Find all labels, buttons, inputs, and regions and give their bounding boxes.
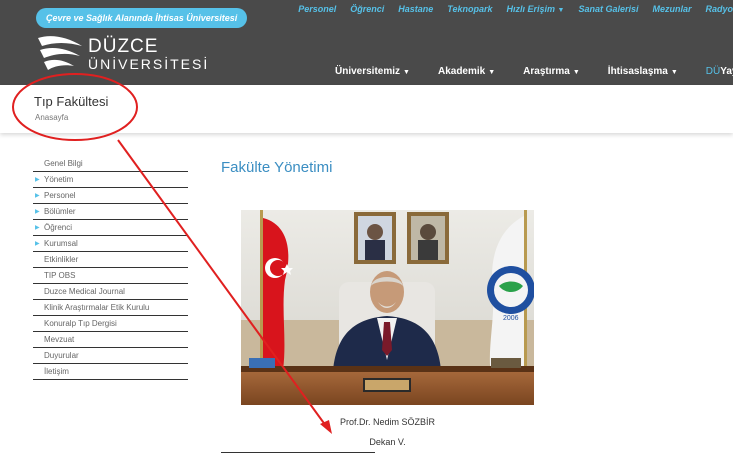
- slogan-pill: Çevre ve Sağlık Alanında İhtisas Ünivers…: [36, 8, 248, 28]
- sidebar-item-iletisim[interactable]: İletişim: [33, 364, 188, 380]
- logo-line2: ÜNİVERSİTESİ: [88, 56, 210, 72]
- sidebar-item-etik-kurulu[interactable]: Klinik Araştırmalar Etik Kurulu: [33, 300, 188, 316]
- sidebar-item-medical-journal[interactable]: Duzce Medical Journal: [33, 284, 188, 300]
- sidebar-item-personel[interactable]: ▶ Personel: [33, 188, 188, 204]
- sidebar-item-yonetim[interactable]: ▶ Yönetim: [33, 172, 188, 188]
- sidebar-item-kurumsal[interactable]: ▶ Kurumsal: [33, 236, 188, 252]
- office-scene-image: 2006: [241, 210, 534, 405]
- caret-right-icon: ▶: [35, 225, 40, 231]
- topnav-radyo[interactable]: Radyo: [705, 4, 733, 14]
- flag-badge-year: 2006: [503, 315, 519, 322]
- chevron-down-icon: ▼: [488, 69, 496, 76]
- nav-akademik[interactable]: Akademik ▼: [438, 66, 495, 77]
- sidebar-item-genel-bilgi[interactable]: Genel Bilgi: [33, 156, 188, 172]
- wing-logo-icon: [38, 36, 82, 70]
- topnav-mezunlar[interactable]: Mezunlar: [652, 4, 691, 14]
- dean-photo: 2006: [241, 210, 534, 405]
- topnav-ogrenci[interactable]: Öğrenci: [350, 4, 384, 14]
- chevron-down-icon: ▼: [403, 69, 410, 76]
- chevron-down-icon: ▼: [572, 69, 580, 76]
- sidebar-item-mevzuat[interactable]: Mevzuat: [33, 332, 188, 348]
- sidebar-item-bolumler[interactable]: ▶ Bölümler: [33, 204, 188, 220]
- university-logo[interactable]: DÜZCE ÜNİVERSİTESİ: [36, 32, 207, 77]
- person-role: Dekan V.: [369, 437, 406, 447]
- nav-universitemiz[interactable]: Üniversitemiz ▼: [335, 66, 410, 77]
- site-header: Çevre ve Sağlık Alanında İhtisas Ünivers…: [0, 0, 733, 85]
- topnav-hastane[interactable]: Hastane: [398, 4, 433, 14]
- page-header-band: Tıp Fakültesi Anasayfa: [0, 85, 733, 133]
- page-title: Tıp Fakültesi: [34, 94, 109, 109]
- topnav-teknopark[interactable]: Teknopark: [447, 4, 492, 14]
- caret-right-icon: ▶: [35, 209, 40, 215]
- logo-line1: DÜZCE: [88, 36, 159, 57]
- sidebar-item-duyurular[interactable]: Duyurular: [33, 348, 188, 364]
- sidebar-item-etkinlikler[interactable]: Etkinlikler: [33, 252, 188, 268]
- caret-right-icon: ▶: [35, 241, 40, 247]
- sidebar-menu: Genel Bilgi ▶ Yönetim ▶ Personel ▶ Bölümler…: [33, 156, 188, 380]
- sidebar-item-konuralp-dergisi[interactable]: Konuralp Tıp Dergisi: [33, 316, 188, 332]
- caption-divider: [221, 452, 375, 453]
- topnav-personel[interactable]: Personel: [298, 4, 336, 14]
- topnav-hizli-erisim[interactable]: Hızlı Erişim ▼: [506, 4, 564, 14]
- sidebar-item-tip-obs[interactable]: TIP OBS: [33, 268, 188, 284]
- chevron-down-icon: ▼: [557, 7, 565, 14]
- topnav-sanat-galerisi[interactable]: Sanat Galerisi: [578, 4, 638, 14]
- content-title: Fakülte Yönetimi: [221, 159, 333, 176]
- caret-right-icon: ▶: [35, 193, 40, 199]
- nav-ihtisaslasma[interactable]: İhtisaslaşma ▼: [608, 66, 678, 77]
- top-navigation: Personel Öğrenci Hastane Teknopark Hızlı…: [298, 4, 733, 14]
- person-name: Prof.Dr. Nedim SÖZBİR: [339, 417, 436, 427]
- breadcrumb-home[interactable]: Anasayfa: [35, 113, 68, 122]
- main-navigation: Üniversitemiz ▼ Akademik ▼ Araştırma ▼ İhti…: [335, 66, 733, 77]
- nav-arastirma[interactable]: Araştırma ▼: [523, 66, 580, 77]
- nav-du-yayinlar[interactable]: DÜYayınlar: [706, 66, 733, 77]
- sidebar-item-ogrenci[interactable]: ▶ Öğrenci: [33, 220, 188, 236]
- chevron-down-icon: ▼: [670, 69, 678, 76]
- caret-right-icon: ▶: [35, 177, 40, 183]
